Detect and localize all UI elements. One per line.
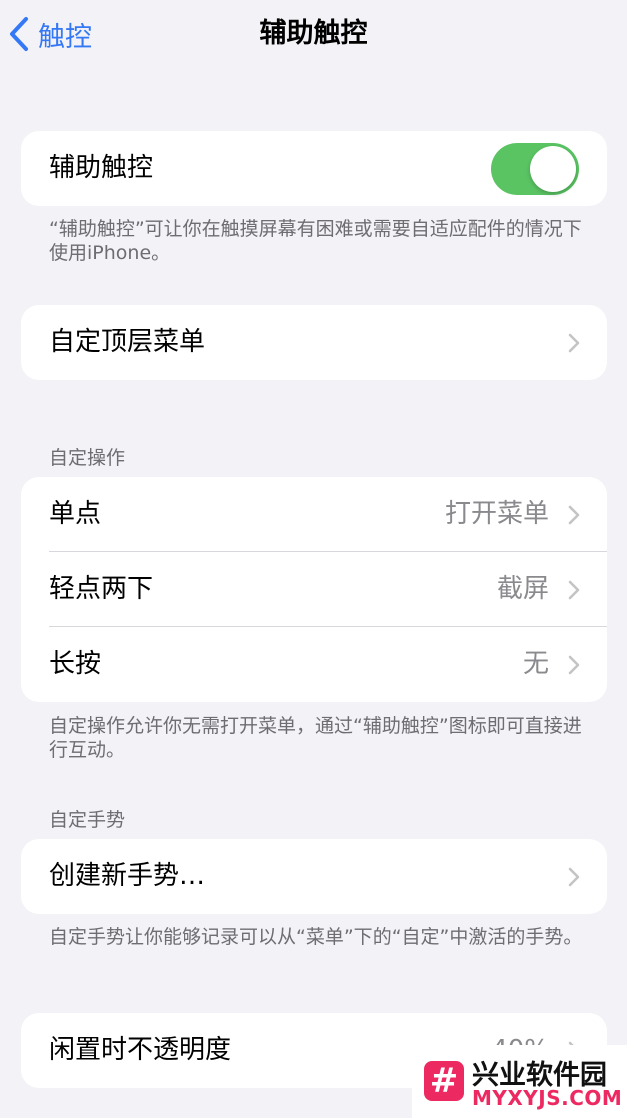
create-gesture-row[interactable]: 创建新手势… <box>21 839 607 914</box>
customize-top-menu-row[interactable]: 自定顶层菜单 <box>21 305 607 380</box>
top-menu-group: 自定顶层菜单 <box>21 305 607 380</box>
watermark-logo: # 兴业软件园 MYXYJS.COM <box>412 1045 627 1118</box>
customize-top-menu-label: 自定顶层菜单 <box>49 327 206 357</box>
watermark-hash-icon: # <box>424 1061 464 1101</box>
long-press-value: 无 <box>522 649 549 679</box>
page-title: 辅助触控 <box>259 18 368 49</box>
custom-actions-group: 单点 打开菜单 轻点两下 截屏 长按 无 <box>21 477 607 702</box>
navigation-bar: 触控 辅助触控 <box>0 0 627 70</box>
single-tap-value: 打开菜单 <box>444 499 549 529</box>
watermark-url: MYXYJS.COM <box>472 1086 623 1110</box>
custom-actions-header: 自定操作 <box>49 447 126 469</box>
custom-gestures-footer: 自定手势让你能够记录可以从“菜单”下的“自定”中激活的手势。 <box>49 926 583 948</box>
assistive-touch-row: 辅助触控 <box>21 131 607 206</box>
single-tap-label: 单点 <box>49 499 102 529</box>
double-tap-row[interactable]: 轻点两下 截屏 <box>21 552 607 627</box>
long-press-label: 长按 <box>49 649 102 679</box>
chevron-right-icon <box>568 655 580 675</box>
chevron-right-icon <box>568 333 580 353</box>
create-gesture-label: 创建新手势… <box>49 861 206 891</box>
chevron-right-icon <box>568 505 580 525</box>
custom-gestures-group: 创建新手势… <box>21 839 607 914</box>
double-tap-label: 轻点两下 <box>49 574 154 604</box>
idle-opacity-label: 闲置时不透明度 <box>49 1035 232 1065</box>
custom-actions-footer: 自定操作允许你无需打开菜单，通过“辅助触控”图标即可直接进行互动。 <box>49 715 582 761</box>
assistive-touch-label: 辅助触控 <box>49 153 154 183</box>
assistive-touch-toggle[interactable] <box>491 143 579 195</box>
assistive-touch-group: 辅助触控 <box>21 131 607 206</box>
assistive-touch-footer: “辅助触控”可让你在触摸屏幕有困难或需要自适应配件的情况下使用iPhone。 <box>49 218 582 264</box>
custom-gestures-header: 自定手势 <box>49 809 126 831</box>
single-tap-row[interactable]: 单点 打开菜单 <box>21 477 607 552</box>
toggle-knob <box>530 146 576 192</box>
long-press-row[interactable]: 长按 无 <box>21 627 607 702</box>
double-tap-value: 截屏 <box>496 574 549 604</box>
chevron-right-icon <box>568 867 580 887</box>
chevron-right-icon <box>568 580 580 600</box>
